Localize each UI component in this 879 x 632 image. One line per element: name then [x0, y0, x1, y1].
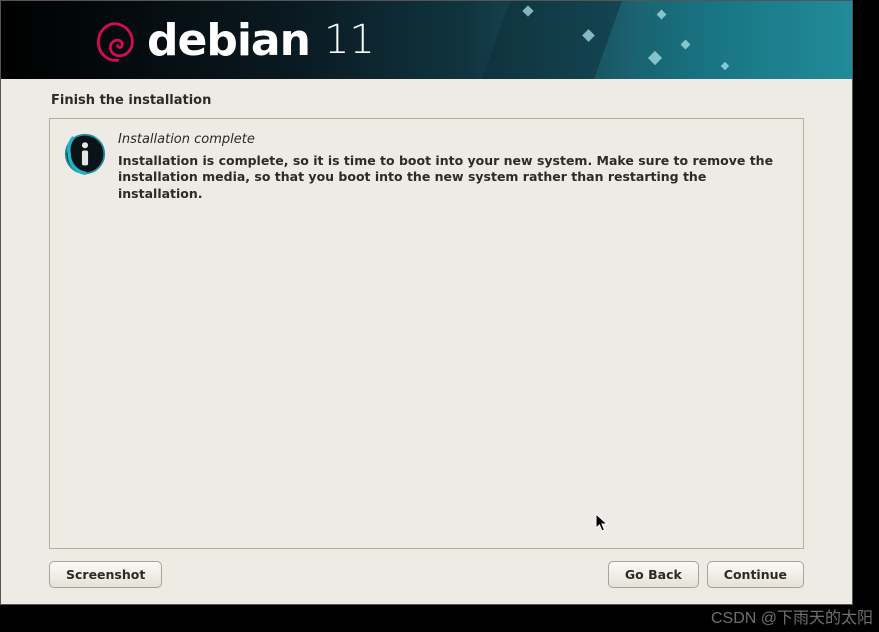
watermark-text: CSDN @下雨天的太阳 [711, 604, 873, 628]
continue-button[interactable]: Continue [707, 561, 804, 588]
message-title: Installation complete [118, 131, 789, 149]
content-panel: Installation complete Installation is co… [49, 118, 804, 549]
page-title: Finish the installation [1, 79, 852, 118]
header-banner: debian 11 [1, 1, 852, 79]
message-body: Installation is complete, so it is time … [118, 153, 789, 204]
header-decoration [472, 1, 852, 79]
brand-version: 11 [324, 17, 375, 63]
brand-name: debian [147, 15, 310, 66]
installer-window: debian 11 Finish the installation Instal… [0, 0, 853, 605]
debian-swirl-logo [91, 19, 137, 65]
screenshot-button[interactable]: Screenshot [49, 561, 162, 588]
message-block: Installation complete Installation is co… [118, 131, 789, 203]
go-back-button[interactable]: Go Back [608, 561, 699, 588]
button-bar: Screenshot Go Back Continue [1, 549, 852, 604]
info-icon [64, 133, 106, 175]
